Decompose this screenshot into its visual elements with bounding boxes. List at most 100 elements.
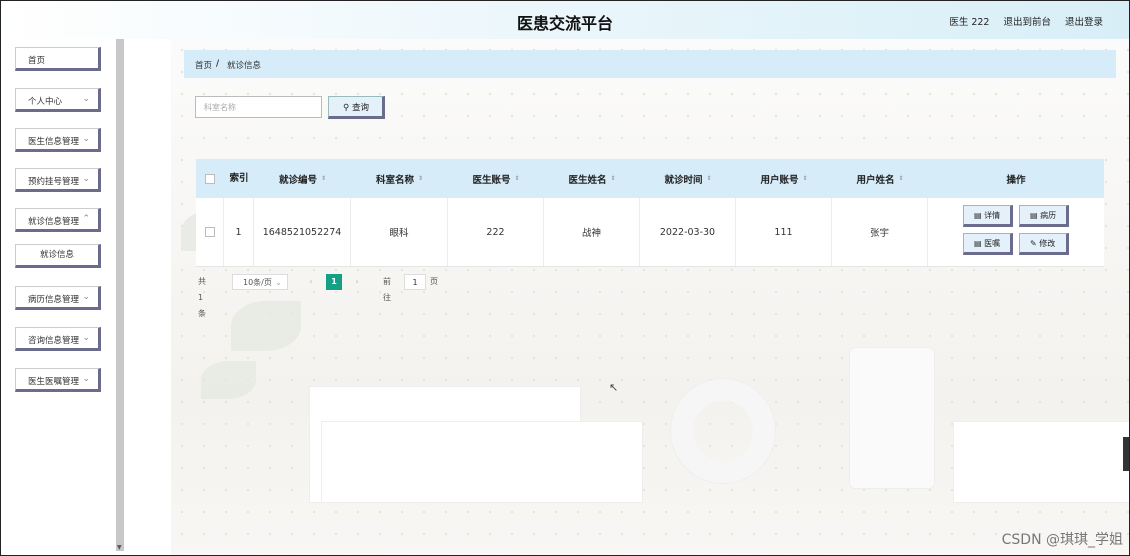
sidebar-item-home[interactable]: 首页 <box>15 47 101 71</box>
sidebar-item-doctor-info[interactable]: 医生信息管理 ⌄ <box>15 128 101 152</box>
box-decoration <box>321 421 643 503</box>
checkbox-icon[interactable] <box>204 227 215 237</box>
checkbox-icon[interactable] <box>205 173 215 184</box>
sidebar-item-appointment[interactable]: 预约挂号管理 ⌄ <box>15 168 101 192</box>
cell-visit-time: 2022-03-30 <box>640 198 736 266</box>
chevron-down-icon: ⌄ <box>82 134 90 144</box>
sort-icon[interactable]: ⇕ <box>802 175 807 182</box>
col-dept[interactable]: 科室名称 ⇕ <box>351 159 448 198</box>
col-visit-no[interactable]: 就诊编号 ⇕ <box>254 159 351 198</box>
sidebar-item-label: 病历信息管理 <box>28 295 80 305</box>
ring-decoration <box>671 379 775 483</box>
sidebar-item-label: 咨询信息管理 <box>28 336 80 346</box>
sidebar-item-doctor-advice[interactable]: 医生医嘱管理 ⌄ <box>15 368 101 392</box>
table-header: 索引 就诊编号 ⇕ 科室名称 ⇕ 医生账号 ⇕ 医生姓名 ⇕ 就诊时间 ⇕ 用户账号 ⇕ 用… <box>196 159 1104 198</box>
next-page-button[interactable]: › <box>350 274 364 290</box>
sidebar-item-personal[interactable]: 个人中心 ⌄ <box>15 88 101 112</box>
goto-page-input[interactable]: 1 <box>404 274 426 290</box>
submenu-item-visit-info[interactable]: 就诊信息 <box>15 244 101 268</box>
chevron-down-icon: ⌄ <box>82 174 90 184</box>
sidebar-scrollbar[interactable] <box>116 39 124 551</box>
document-icon: ▤ <box>974 211 982 220</box>
col-user-account[interactable]: 用户账号 ⇕ <box>736 159 832 198</box>
detail-button-label: 详情 <box>984 211 1001 220</box>
scroll-down-icon[interactable]: ▼ <box>117 544 122 551</box>
cell-dept: 眼科 <box>351 198 448 266</box>
col-actions: 操作 <box>1006 174 1026 186</box>
sidebar-item-medical-record[interactable]: 病历信息管理 ⌄ <box>15 286 101 310</box>
header-select-all[interactable] <box>196 159 224 198</box>
sidebar-item-label: 医生信息管理 <box>28 137 80 147</box>
col-doctor-name[interactable]: 医生姓名 ⇕ <box>544 159 640 198</box>
medical-record-button[interactable]: ▤ 病历 <box>1019 205 1069 227</box>
chevron-down-icon: ⌄ <box>82 374 90 384</box>
cell-doctor-account: 222 <box>448 198 544 266</box>
col-label: 用户账号 <box>760 174 799 186</box>
page-number-current[interactable]: 1 <box>326 274 342 290</box>
col-label: 用户姓名 <box>856 174 895 186</box>
sidebar-item-label: 医生医嘱管理 <box>28 377 80 387</box>
top-header: 医患交流平台 医生 222 退出到前台 退出登录 <box>1 1 1129 39</box>
edit-button-label: 修改 <box>1039 239 1056 248</box>
detail-button[interactable]: ▤ 详情 <box>963 205 1013 227</box>
sidebar-item-label: 就诊信息管理 <box>28 217 80 227</box>
page-size-value: 10条/页 <box>243 278 272 287</box>
sidebar-item-visit-info[interactable]: 就诊信息管理 ⌃ <box>15 208 101 232</box>
chevron-down-icon: ⌄ <box>275 278 282 287</box>
table-row: 1 1648521052274 眼科 222 战神 2022-03-30 111… <box>196 198 1104 267</box>
cell-actions <box>928 198 1104 266</box>
sort-icon[interactable]: ⇕ <box>898 175 903 182</box>
col-user-name[interactable]: 用户姓名 ⇕ <box>832 159 928 198</box>
chevron-up-icon: ⌃ <box>82 214 90 224</box>
edit-icon: ✎ <box>1030 239 1037 248</box>
cell-doctor-name: 战神 <box>544 198 640 266</box>
breadcrumb-current: 就诊信息 <box>227 61 262 71</box>
chevron-down-icon: ⌄ <box>82 333 90 343</box>
col-label: 医生姓名 <box>568 174 607 186</box>
breadcrumb: 首页 / 就诊信息 <box>184 50 1116 78</box>
watermark: CSDN @琪琪_学姐 <box>1001 532 1123 548</box>
breadcrumb-home[interactable]: 首页 <box>195 59 212 71</box>
col-visit-time[interactable]: 就诊时间 ⇕ <box>640 159 736 198</box>
edit-button[interactable]: ✎ 修改 <box>1019 233 1069 255</box>
sort-icon[interactable]: ⇕ <box>610 175 615 182</box>
app-window: 医患交流平台 医生 222 退出到前台 退出登录 ▼ 首页 个人中心 ⌄ 医生信… <box>0 0 1130 556</box>
sidebar-item-label: 首页 <box>28 56 46 66</box>
cell-user-name: 张宇 <box>832 198 928 266</box>
goto-label: 前往 <box>383 277 391 302</box>
sort-icon[interactable]: ⇕ <box>706 175 711 182</box>
document-icon: ▤ <box>974 239 982 248</box>
sidebar-item-consultation[interactable]: 咨询信息管理 ⌄ <box>15 327 101 351</box>
mouse-cursor-icon: ↖ <box>609 381 619 394</box>
pagination-total: 共 1 条 <box>198 277 206 318</box>
advice-button-label: 医嘱 <box>984 239 1001 248</box>
col-label: 医生账号 <box>472 174 511 186</box>
sort-icon[interactable]: ⇕ <box>418 175 423 182</box>
page-suffix-label: 页 <box>430 277 438 286</box>
chevron-down-icon: ⌄ <box>82 94 90 104</box>
cell-index: 1 <box>224 198 254 266</box>
col-index: 索引 <box>229 172 249 184</box>
doctor-advice-button[interactable]: ▤ 医嘱 <box>963 233 1013 255</box>
sort-icon[interactable]: ⇕ <box>321 175 326 182</box>
cylinder-decoration <box>849 347 935 489</box>
back-to-front-link[interactable]: 退出到前台 <box>1003 14 1051 28</box>
sort-icon[interactable]: ⇕ <box>514 175 519 182</box>
chevron-down-icon: ⌄ <box>82 292 90 302</box>
search-button[interactable]: ⚲ 查询 <box>328 96 385 119</box>
cell-visit-no: 1648521052274 <box>254 198 351 266</box>
user-label: 医生 222 <box>949 17 990 28</box>
sidebar-item-label: 预约挂号管理 <box>28 177 80 187</box>
col-doctor-account[interactable]: 医生账号 ⇕ <box>448 159 544 198</box>
page-size-select[interactable]: 10条/页 ⌄ <box>232 274 288 290</box>
prev-page-button[interactable]: ‹ <box>304 274 318 290</box>
cell-user-account: 111 <box>736 198 832 266</box>
dept-search-input[interactable]: 科室名称 <box>195 96 322 118</box>
record-button-label: 病历 <box>1040 211 1057 220</box>
document-icon: ▤ <box>1030 211 1038 220</box>
col-label: 就诊编号 <box>278 174 317 186</box>
window-edge-handle[interactable] <box>1123 437 1129 471</box>
logout-link[interactable]: 退出登录 <box>1065 14 1103 28</box>
header-actions: 医生 222 退出到前台 退出登录 <box>949 14 1103 28</box>
row-select[interactable] <box>196 198 224 266</box>
